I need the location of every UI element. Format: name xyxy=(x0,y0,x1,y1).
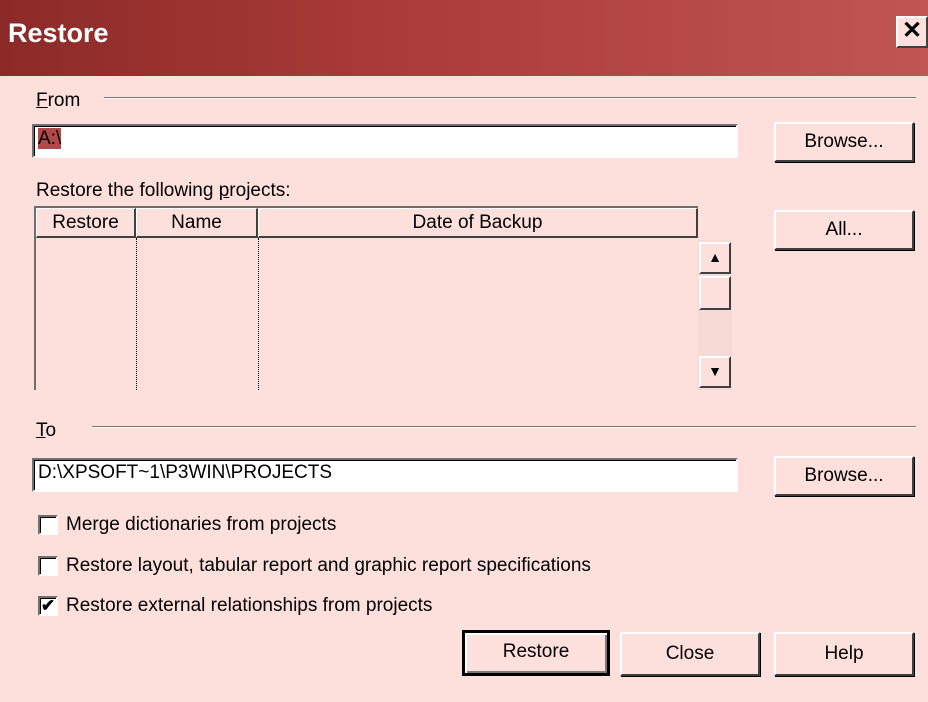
scrollbar-header-spacer xyxy=(698,206,732,240)
help-button[interactable]: Help xyxy=(774,632,914,676)
from-browse-button[interactable]: Browse... xyxy=(774,122,914,162)
merge-dictionaries-label[interactable]: Merge dictionaries from projects xyxy=(66,514,336,536)
from-path-value: A:\ xyxy=(38,128,62,149)
to-path-value: D:\XPSOFT~1\P3WIN\PROJECTS xyxy=(38,462,333,483)
to-browse-button[interactable]: Browse... xyxy=(774,456,914,496)
title-bar[interactable]: Restore ✕ xyxy=(0,0,928,76)
close-button[interactable]: Close xyxy=(620,632,760,676)
restore-dialog: Restore ✕ From A:\ Browse... Restore the… xyxy=(0,0,928,702)
checkmark-icon: ✔ xyxy=(40,596,56,615)
all-button[interactable]: All... xyxy=(774,210,914,250)
column-header-date-of-backup[interactable]: Date of Backup xyxy=(258,208,698,238)
column-header-name[interactable]: Name xyxy=(136,208,258,238)
from-group-divider xyxy=(104,97,916,99)
scroll-down-button[interactable]: ▼ xyxy=(699,356,731,388)
projects-table[interactable]: Restore Name Date of Backup xyxy=(34,206,698,390)
to-path-input[interactable]: D:\XPSOFT~1\P3WIN\PROJECTS xyxy=(32,458,738,492)
arrow-down-icon: ▼ xyxy=(708,363,722,379)
arrow-up-icon: ▲ xyxy=(708,249,722,265)
restore-layout-checkbox[interactable] xyxy=(38,556,58,576)
restore-button[interactable]: Restore xyxy=(462,630,610,676)
column-divider xyxy=(258,238,259,390)
column-divider xyxy=(136,238,137,390)
to-group-divider xyxy=(92,426,916,428)
restore-external-relationships-label[interactable]: Restore external relationships from proj… xyxy=(66,595,432,617)
projects-scrollbar[interactable]: ▲ ▼ xyxy=(698,206,732,390)
from-path-input[interactable]: A:\ xyxy=(32,124,738,158)
close-icon: ✕ xyxy=(901,17,923,44)
restore-layout-label[interactable]: Restore layout, tabular report and graph… xyxy=(66,555,591,577)
from-group-label: From xyxy=(36,90,81,111)
window-title: Restore xyxy=(8,18,109,48)
scrollbar-thumb[interactable] xyxy=(699,276,731,310)
scroll-up-button[interactable]: ▲ xyxy=(699,242,731,274)
to-group-label: To xyxy=(36,420,57,441)
restore-external-relationships-checkbox[interactable]: ✔ xyxy=(38,596,58,616)
close-window-button[interactable]: ✕ xyxy=(896,16,928,48)
projects-label: Restore the following projects: xyxy=(36,180,291,201)
column-header-restore[interactable]: Restore xyxy=(36,208,136,238)
merge-dictionaries-checkbox[interactable] xyxy=(38,515,58,535)
